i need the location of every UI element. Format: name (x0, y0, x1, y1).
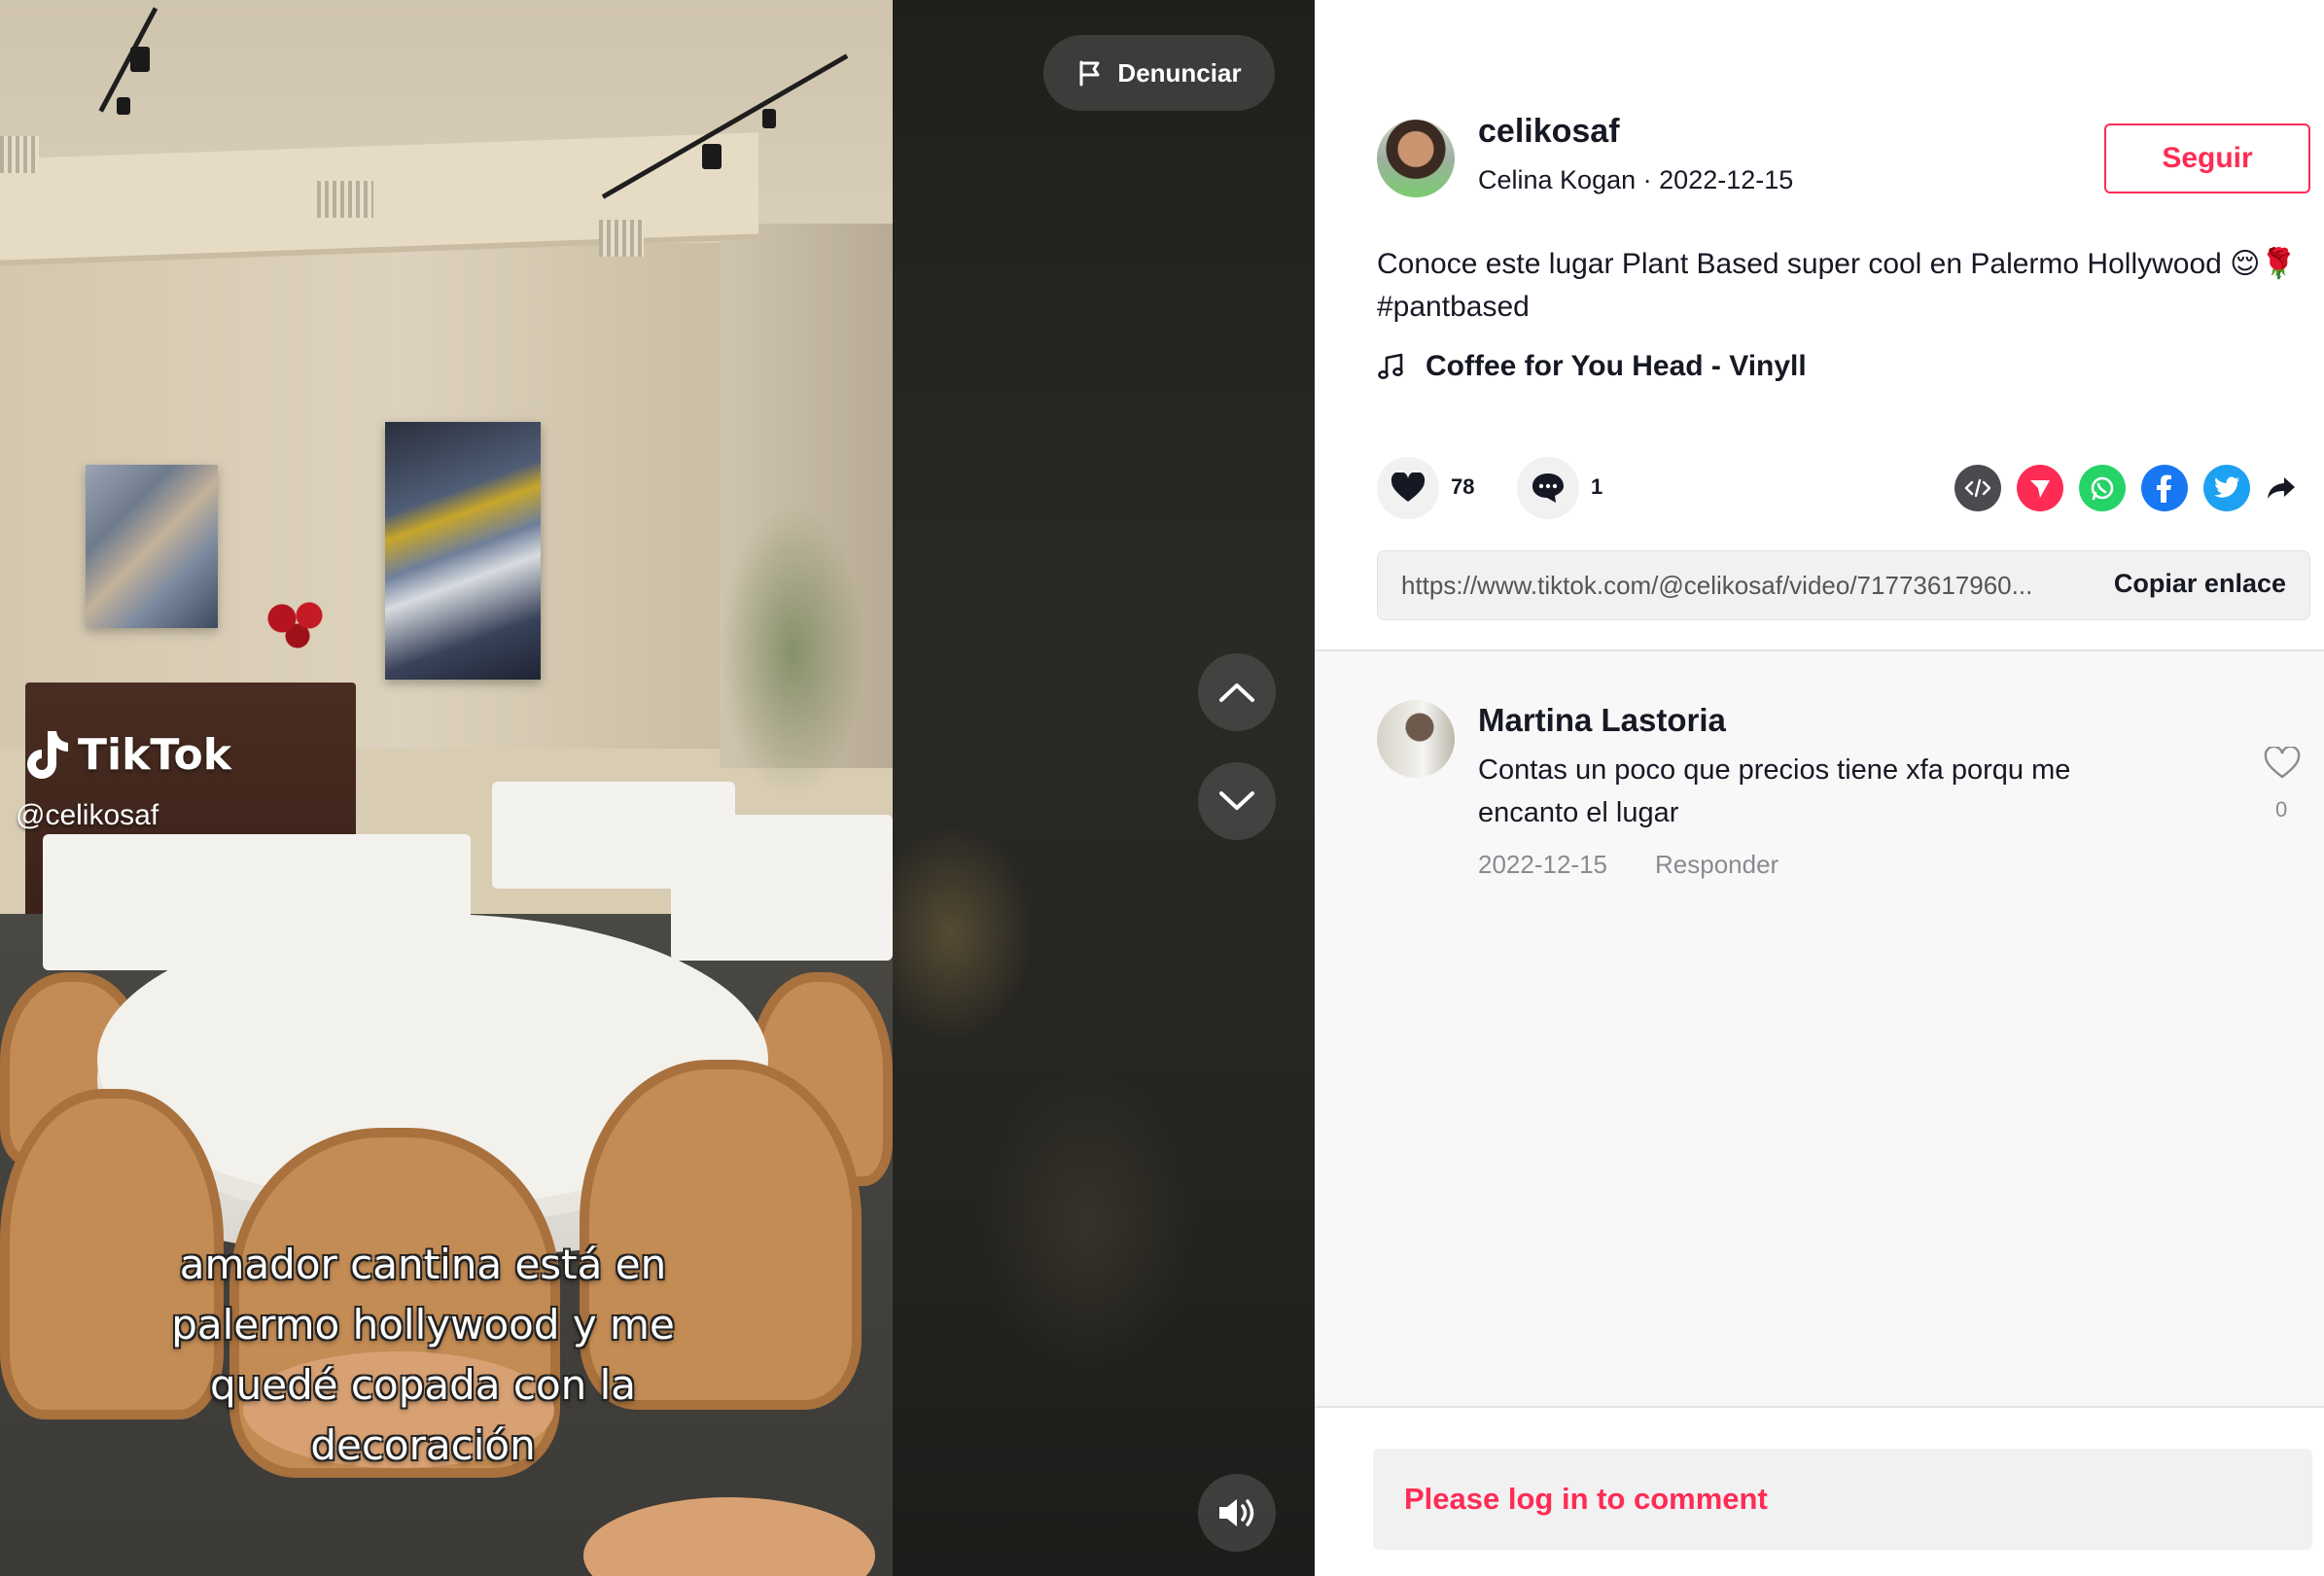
author-display-name: Celina Kogan (1478, 165, 1637, 194)
scene-vent (0, 136, 39, 173)
tiktok-logo-text: TikTok (78, 729, 232, 780)
commenter-avatar[interactable] (1377, 700, 1455, 778)
flag-icon (1079, 60, 1100, 87)
scene-plant (720, 506, 865, 797)
reply-button[interactable]: Responder (1655, 850, 1778, 880)
comment-icon (1532, 473, 1564, 503)
video-description: Conoce este lugar Plant Based super cool… (1377, 248, 2297, 323)
previous-video-button[interactable] (1198, 653, 1276, 731)
music-note-icon (1378, 353, 1403, 379)
scene-vent (599, 220, 644, 257)
video-link-url[interactable]: https://www.tiktok.com/@celikosaf/video/… (1401, 571, 2062, 601)
volume-button[interactable] (1198, 1474, 1276, 1552)
comment-text: Contas un poco que precios tiene xfa por… (1478, 754, 2071, 828)
comment-like-button[interactable] (2264, 745, 2303, 782)
tiktok-watermark: TikTok (21, 727, 231, 782)
music-title: Coffee for You Head - Vinyll (1426, 350, 1807, 382)
scene-painting (385, 422, 541, 680)
scene-table (671, 815, 893, 961)
twitter-icon[interactable] (2203, 465, 2250, 511)
chevron-up-icon (1219, 683, 1254, 702)
comments-list: Martina Lastoria Contas un poco que prec… (1315, 651, 2324, 1406)
author-username[interactable]: celikosaf (1478, 113, 1620, 151)
tiktok-logo-icon (27, 731, 68, 779)
copy-link-button[interactable]: Copiar enlace (2114, 569, 2286, 599)
scene-lamp (762, 109, 776, 128)
facebook-icon[interactable] (2141, 465, 2188, 511)
embed-icon[interactable] (1954, 465, 2001, 511)
caption-line: amador cantina está en (179, 1241, 667, 1288)
comment-count: 1 (1591, 474, 1603, 499)
scene-lamp (130, 47, 150, 72)
heart-icon (1391, 473, 1426, 502)
volume-icon (1219, 1499, 1254, 1526)
post-date: 2022-12-15 (1659, 165, 1794, 194)
post-side-panel: celikosaf Celina Kogan · 2022-12-15 Segu… (1315, 0, 2324, 1576)
comments-bottom-divider (1315, 1406, 2324, 1408)
video-frame[interactable]: TikTok @celikosaf amador cantina está en… (0, 0, 893, 1576)
heart-outline-icon (2264, 745, 2301, 779)
caption-line: palermo hollywood y me (171, 1301, 675, 1348)
whatsapp-icon[interactable] (2079, 465, 2126, 511)
follow-button[interactable]: Seguir (2104, 123, 2310, 193)
report-label: Denunciar (1117, 57, 1242, 88)
chevron-down-icon (1219, 791, 1254, 810)
comment-button[interactable] (1517, 457, 1579, 519)
video-player[interactable]: TikTok @celikosaf amador cantina está en… (0, 0, 1315, 1576)
send-icon[interactable] (2017, 465, 2063, 511)
report-button[interactable]: Denunciar (1043, 35, 1275, 111)
caption-line: quedé copada con la (209, 1361, 637, 1409)
login-to-comment-button[interactable]: Please log in to comment (1373, 1449, 2312, 1550)
scene-painting (86, 465, 218, 628)
music-row[interactable]: Coffee for You Head - Vinyll (1377, 350, 1807, 383)
copy-link-box: https://www.tiktok.com/@celikosaf/video/… (1377, 550, 2310, 620)
scene-lamp (702, 144, 722, 169)
login-prompt-text: Please log in to comment (1404, 1482, 1768, 1516)
scene-vent (317, 181, 373, 218)
scene-roses (259, 595, 336, 653)
like-count: 78 (1451, 474, 1475, 499)
author-meta: Celina Kogan · 2022-12-15 (1478, 165, 1793, 195)
meta-separator: · (1642, 165, 1652, 194)
watermark-handle: @celikosaf (16, 799, 159, 831)
author-avatar[interactable] (1377, 120, 1455, 197)
commenter-name[interactable]: Martina Lastoria (1478, 702, 1726, 739)
comment-like-count: 0 (2275, 797, 2288, 822)
caption-line: decoración (310, 1421, 536, 1469)
comment-date: 2022-12-15 (1478, 850, 1607, 879)
scene-lamp (117, 97, 130, 115)
like-button[interactable] (1377, 457, 1439, 519)
share-arrow-icon[interactable] (2258, 465, 2305, 511)
video-caption: amador cantina está en palermo hollywood… (88, 1235, 758, 1476)
next-video-button[interactable] (1198, 762, 1276, 840)
